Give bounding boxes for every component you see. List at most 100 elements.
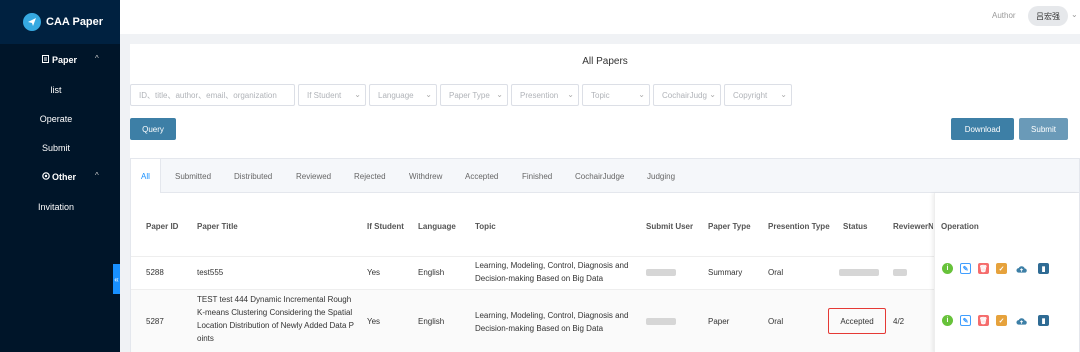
- tab-cochair-judge[interactable]: CochairJudge: [575, 159, 624, 193]
- submit-user-blurred: [646, 318, 676, 325]
- column-header: Paper Title: [197, 222, 238, 231]
- delete-icon[interactable]: 🗑: [978, 315, 989, 326]
- filter-label: CochairJudg: [662, 90, 707, 100]
- app-logo[interactable]: CAA Paper: [0, 0, 120, 44]
- sidebar-item-submit[interactable]: Submit: [0, 133, 120, 162]
- filter-topic[interactable]: Topic ⌄: [582, 84, 650, 106]
- chevron-down-icon: ⌄: [567, 90, 574, 99]
- paper-title-line: TEST test 444 Dynamic Incremental Rough: [197, 295, 352, 304]
- book-icon[interactable]: ▮: [1038, 315, 1049, 326]
- column-header: Paper ID: [146, 222, 179, 231]
- paper-title-line: K-means Clustering Considering the Spati…: [197, 308, 353, 317]
- menu-group-other[interactable]: Other ^: [0, 162, 120, 192]
- status-badge: Accepted: [828, 308, 886, 334]
- column-header: Status: [843, 222, 868, 231]
- filter-label: Language: [378, 90, 414, 100]
- reviewer-blurred: [893, 269, 907, 276]
- column-header: Paper Type: [708, 222, 751, 231]
- menu-group-label: Other: [52, 172, 77, 182]
- paper-plane-icon: [23, 13, 41, 31]
- column-header: ReviewerN: [893, 222, 933, 231]
- column-header: If Student: [367, 222, 404, 231]
- paper-title: test555: [197, 268, 224, 277]
- edit-icon[interactable]: ✎: [960, 263, 971, 274]
- user-menu[interactable]: 吕宏强: [1028, 6, 1068, 26]
- if-student: Yes: [367, 268, 381, 277]
- sidebar-item-list[interactable]: list: [0, 75, 120, 104]
- papers-tab-panel: All Submitted Distributed Reviewed Rejec…: [130, 158, 1080, 352]
- chevron-down-icon: ⌄: [425, 90, 432, 99]
- edit-icon[interactable]: ✎: [960, 315, 971, 326]
- tab-finished[interactable]: Finished: [522, 159, 552, 193]
- chevron-down-icon: ⌄: [354, 90, 361, 99]
- submit-user-blurred: [646, 269, 676, 276]
- sidebar: CAA Paper Paper ^ list Operate Submit Ot…: [0, 0, 120, 352]
- chevron-down-icon: ⌄: [709, 90, 716, 99]
- delete-icon[interactable]: 🗑: [978, 263, 989, 274]
- topic-line: Decision-making Based on Big Data: [475, 274, 604, 283]
- info-icon[interactable]: i: [942, 263, 953, 274]
- column-header: Language: [418, 222, 456, 231]
- topic-line: Learning, Modeling, Control, Diagnosis a…: [475, 311, 629, 320]
- chevron-up-icon: ^: [95, 171, 99, 180]
- tab-accepted[interactable]: Accepted: [465, 159, 498, 193]
- role-label: Author: [992, 11, 1016, 20]
- info-icon[interactable]: i: [942, 315, 953, 326]
- search-placeholder: ID、title、author、email、organization: [139, 90, 277, 100]
- cloud-upload-icon[interactable]: [1016, 315, 1027, 326]
- topic-line: Learning, Modeling, Control, Diagnosis a…: [475, 261, 629, 270]
- page-title: All Papers: [582, 56, 628, 67]
- tab-withdrew[interactable]: Withdrew: [409, 159, 442, 193]
- chevron-down-icon: ⌄: [638, 90, 645, 99]
- reviewer-count: 4/2: [893, 317, 905, 326]
- presention-type: Oral: [768, 317, 784, 326]
- clipboard-icon[interactable]: ✓: [996, 315, 1007, 326]
- column-header: Topic: [475, 222, 496, 231]
- clipboard-icon[interactable]: ✓: [996, 263, 1007, 274]
- top-header: Author 吕宏强 ⌄: [120, 0, 1080, 34]
- paper-title-line: oints: [197, 334, 214, 343]
- tab-distributed[interactable]: Distributed: [234, 159, 272, 193]
- filter-if-student[interactable]: If Student ⌄: [298, 84, 366, 106]
- status-tabs: All Submitted Distributed Reviewed Rejec…: [131, 159, 1079, 193]
- tab-reviewed[interactable]: Reviewed: [296, 159, 331, 193]
- column-header: Submit User: [646, 222, 694, 231]
- cloud-upload-icon[interactable]: [1016, 263, 1027, 274]
- filter-label: Paper Type: [449, 90, 490, 100]
- paper-type: Paper: [708, 317, 730, 326]
- column-header: Presention Type: [768, 222, 830, 231]
- search-input[interactable]: ID、title、author、email、organization: [130, 84, 295, 106]
- filter-presention[interactable]: Presention ⌄: [511, 84, 579, 106]
- chevron-up-icon: ^: [95, 54, 99, 63]
- paper-title-line: Location Distribution of Newly Added Dat…: [197, 321, 354, 330]
- submit-button[interactable]: Submit: [1019, 118, 1068, 140]
- tab-rejected[interactable]: Rejected: [354, 159, 386, 193]
- query-button[interactable]: Query: [130, 118, 176, 140]
- filter-label: Presention: [520, 90, 559, 100]
- table-row[interactable]: 5288 test555 Yes English Learning, Model…: [131, 257, 934, 289]
- book-icon[interactable]: ▮: [1038, 263, 1049, 274]
- sidebar-item-operate[interactable]: Operate: [0, 104, 120, 133]
- sidebar-item-invitation[interactable]: Invitation: [0, 192, 120, 221]
- filter-paper-type[interactable]: Paper Type ⌄: [440, 84, 508, 106]
- filter-copyright[interactable]: Copyright ⌄: [724, 84, 792, 106]
- topic-line: Decision-making Based on Big Data: [475, 324, 604, 333]
- chevron-down-icon[interactable]: ⌄: [1071, 10, 1078, 19]
- tab-all[interactable]: All: [131, 159, 161, 193]
- tab-submitted[interactable]: Submitted: [175, 159, 211, 193]
- download-button[interactable]: Download: [951, 118, 1014, 140]
- filter-label: Topic: [591, 90, 610, 100]
- language: English: [418, 317, 445, 326]
- filter-label: If Student: [307, 90, 342, 100]
- operation-column: Operation i ✎ 🗑 ✓ ▮ i ✎ 🗑 ✓ ▮: [934, 193, 1079, 352]
- table-row[interactable]: 5287 TEST test 444 Dynamic Incremental R…: [131, 290, 934, 352]
- chevron-down-icon: ⌄: [780, 90, 787, 99]
- paper-type: Summary: [708, 268, 743, 277]
- collapse-sidebar-button[interactable]: «: [113, 264, 120, 294]
- chevron-down-icon: ⌄: [496, 90, 503, 99]
- filter-language[interactable]: Language ⌄: [369, 84, 437, 106]
- filter-cochair-judge[interactable]: CochairJudg ⌄: [653, 84, 721, 106]
- tab-judging[interactable]: Judging: [647, 159, 675, 193]
- language: English: [418, 268, 445, 277]
- menu-group-paper[interactable]: Paper ^: [0, 45, 120, 75]
